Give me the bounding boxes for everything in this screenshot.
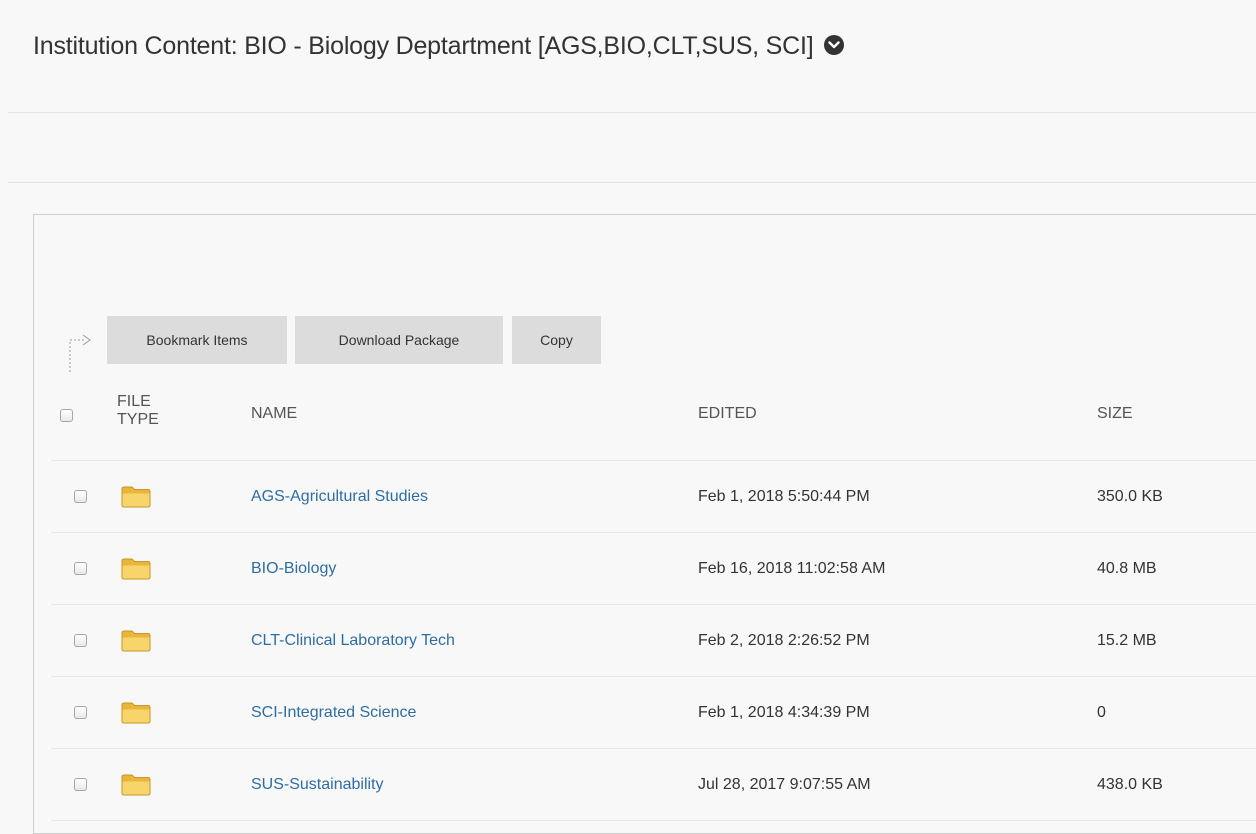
item-name-link[interactable]: CLT-Clinical Laboratory Tech <box>251 632 455 650</box>
row-checkbox[interactable] <box>74 634 87 647</box>
table-row: SUS-Sustainability Jul 28, 2017 9:07:55 … <box>51 749 1256 821</box>
item-name-link[interactable]: SCI-Integrated Science <box>251 704 416 722</box>
row-checkbox[interactable] <box>74 778 87 791</box>
table-row: BIO-Biology Feb 16, 2018 11:02:58 AM 40.… <box>51 533 1256 605</box>
item-edited: Feb 16, 2018 11:02:58 AM <box>698 560 886 577</box>
page-title: Institution Content: BIO - Biology Depta… <box>33 32 845 61</box>
select-all-checkbox[interactable] <box>60 409 73 422</box>
table-row: CLT-Clinical Laboratory Tech Feb 2, 2018… <box>51 605 1256 677</box>
row-checkbox[interactable] <box>74 490 87 503</box>
item-edited: Feb 1, 2018 5:50:44 PM <box>698 488 870 505</box>
copy-button[interactable]: Copy <box>512 316 601 364</box>
divider <box>8 182 1256 183</box>
page-title-text: Institution Content: BIO - Biology Depta… <box>33 32 814 60</box>
item-size: 15.2 MB <box>1097 632 1157 649</box>
column-header-name[interactable]: NAME <box>251 405 297 423</box>
item-name-link[interactable]: AGS-Agricultural Studies <box>251 488 428 506</box>
chevron-down-icon[interactable] <box>824 35 845 56</box>
row-checkbox[interactable] <box>74 562 87 575</box>
divider <box>8 112 1256 113</box>
item-size: 0 <box>1097 704 1106 721</box>
folder-icon <box>121 702 151 724</box>
bookmark-items-button[interactable]: Bookmark Items <box>107 316 287 364</box>
column-header-file-type[interactable]: FILE TYPE <box>117 393 177 429</box>
folder-icon <box>121 486 151 508</box>
item-size: 40.8 MB <box>1097 560 1157 577</box>
table-row: SCI-Integrated Science Feb 1, 2018 4:34:… <box>51 677 1256 749</box>
table-row: AGS-Agricultural Studies Feb 1, 2018 5:5… <box>51 461 1256 533</box>
item-edited: Feb 2, 2018 2:26:52 PM <box>698 632 870 649</box>
folder-icon <box>121 630 151 652</box>
item-edited: Jul 28, 2017 9:07:55 AM <box>698 776 871 793</box>
folder-icon <box>121 558 151 580</box>
page-header: Institution Content: BIO - Biology Depta… <box>0 0 1256 112</box>
select-arrow-icon <box>69 334 91 372</box>
item-name-link[interactable]: SUS-Sustainability <box>251 776 384 794</box>
item-size: 438.0 KB <box>1097 776 1163 793</box>
column-header-size[interactable]: SIZE <box>1097 405 1133 423</box>
item-name-link[interactable]: BIO-Biology <box>251 560 336 578</box>
item-size: 350.0 KB <box>1097 488 1163 505</box>
table-header-row: FILE TYPE NAME EDITED SIZE <box>51 371 1256 461</box>
folder-icon <box>121 774 151 796</box>
column-header-edited[interactable]: EDITED <box>698 405 757 423</box>
item-edited: Feb 1, 2018 4:34:39 PM <box>698 704 870 721</box>
row-checkbox[interactable] <box>74 706 87 719</box>
download-package-button[interactable]: Download Package <box>295 316 503 364</box>
